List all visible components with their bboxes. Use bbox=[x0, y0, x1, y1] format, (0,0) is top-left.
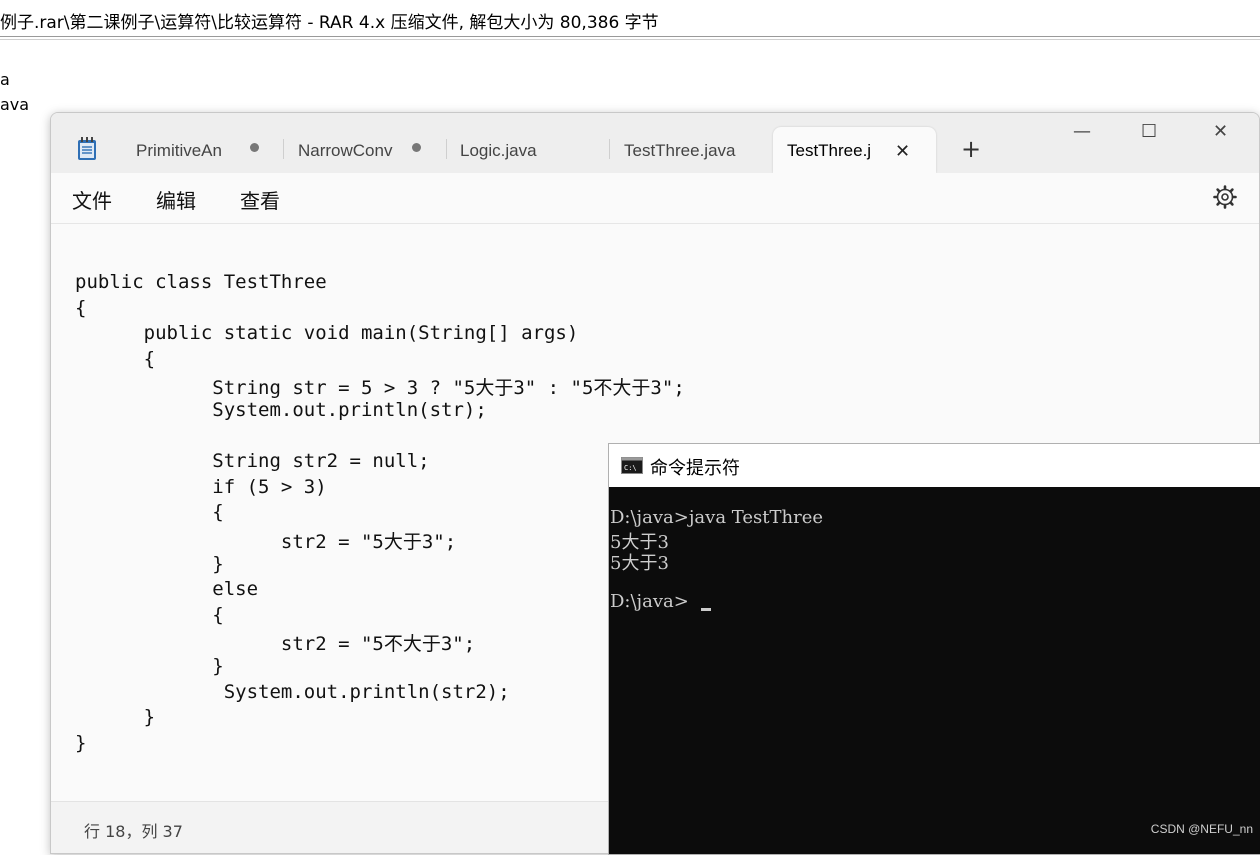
code-line: } bbox=[75, 552, 224, 575]
console-line: D:\java> bbox=[610, 591, 689, 612]
tab-separator bbox=[446, 139, 447, 159]
code-editor[interactable]: public class TestThree { public static vo… bbox=[75, 271, 685, 791]
code-line: String str2 = null; bbox=[75, 450, 430, 473]
unsaved-dot-icon bbox=[412, 143, 421, 152]
watermark: CSDN @NEFU_nn bbox=[1150, 822, 1253, 836]
svg-text:C:\: C:\ bbox=[624, 464, 637, 472]
menu-bar: 文件 编辑 查看 bbox=[51, 173, 1259, 224]
rar-path-text: 例子.rar\第二课例子\运算符\比较运算符 - RAR 4.x 压缩文件, 解… bbox=[0, 13, 659, 33]
code-line: } bbox=[75, 706, 156, 729]
cmd-title: 命令提示符 bbox=[650, 458, 740, 479]
tab-label: NarrowConv bbox=[298, 141, 393, 160]
unsaved-dot-icon bbox=[250, 143, 259, 152]
menu-file[interactable]: 文件 bbox=[72, 185, 112, 214]
code-line: { bbox=[75, 501, 224, 524]
rar-file-row[interactable]: a bbox=[0, 70, 10, 89]
minimize-icon[interactable]: — bbox=[1073, 121, 1091, 142]
tab-label: Logic.java bbox=[460, 141, 537, 160]
code-line: { bbox=[75, 296, 87, 319]
code-line: } bbox=[75, 731, 87, 754]
tab-testthree[interactable]: TestThree.java bbox=[624, 127, 764, 173]
menu-edit[interactable]: 编辑 bbox=[156, 185, 196, 214]
console-line: D:\java>java TestThree bbox=[610, 507, 824, 528]
console-line: 5大于3 bbox=[610, 553, 669, 574]
code-line: String str = 5 > 3 ? "5大于3" : "5不大于3"; bbox=[75, 377, 685, 400]
tab-narrowconv[interactable]: NarrowConv bbox=[298, 127, 433, 173]
tab-primitive[interactable]: PrimitiveAn bbox=[136, 127, 271, 173]
notepad-titlebar[interactable]: PrimitiveAn NarrowConv Logic.java TestTh… bbox=[51, 113, 1259, 173]
cmd-window: C:\ 命令提示符 CSDN @NEFU_nn D:\java>java Tes… bbox=[608, 443, 1260, 855]
code-line: str2 = "5不大于3"; bbox=[75, 633, 476, 656]
code-line: if (5 > 3) bbox=[75, 475, 327, 498]
text-cursor bbox=[701, 608, 711, 611]
cursor-position: 行 18，列 37 bbox=[84, 822, 183, 841]
code-line: { bbox=[75, 347, 156, 370]
menu-view[interactable]: 查看 bbox=[240, 185, 280, 214]
tab-label: TestThree.j bbox=[787, 141, 872, 160]
tab-label: TestThree.java bbox=[624, 141, 736, 160]
tab-testthree-active[interactable]: TestThree.j ✕ bbox=[773, 127, 936, 173]
rar-divider bbox=[0, 39, 1260, 40]
close-icon[interactable]: ✕ bbox=[895, 141, 910, 162]
code-line: { bbox=[75, 603, 224, 626]
code-line: public static void main(String[] args) bbox=[75, 322, 579, 345]
notepad-icon bbox=[78, 137, 96, 160]
close-icon[interactable]: ✕ bbox=[1213, 121, 1228, 142]
tab-label: PrimitiveAn bbox=[136, 141, 222, 160]
cmd-titlebar[interactable]: C:\ 命令提示符 bbox=[609, 444, 1260, 487]
rar-address-bar[interactable]: 例子.rar\第二课例子\运算符\比较运算符 - RAR 4.x 压缩文件, 解… bbox=[0, 4, 1260, 37]
code-line: System.out.println(str2); bbox=[75, 680, 510, 703]
tab-separator bbox=[609, 139, 610, 159]
code-line: public class TestThree bbox=[75, 271, 327, 293]
rar-file-row[interactable]: ava bbox=[0, 95, 29, 114]
tab-logic[interactable]: Logic.java bbox=[460, 127, 600, 173]
gear-icon[interactable] bbox=[1213, 185, 1237, 209]
code-line: } bbox=[75, 655, 224, 677]
code-line: else bbox=[75, 578, 259, 601]
maximize-icon[interactable]: ☐ bbox=[1141, 121, 1157, 142]
code-line: System.out.println(str); bbox=[75, 399, 487, 421]
console-output[interactable]: CSDN @NEFU_nn D:\java>java TestThree 5大于3… bbox=[609, 487, 1260, 854]
plus-icon[interactable]: + bbox=[961, 137, 981, 161]
console-icon: C:\ bbox=[621, 457, 643, 474]
code-line: str2 = "5大于3"; bbox=[75, 531, 457, 553]
tab-separator bbox=[283, 139, 284, 159]
